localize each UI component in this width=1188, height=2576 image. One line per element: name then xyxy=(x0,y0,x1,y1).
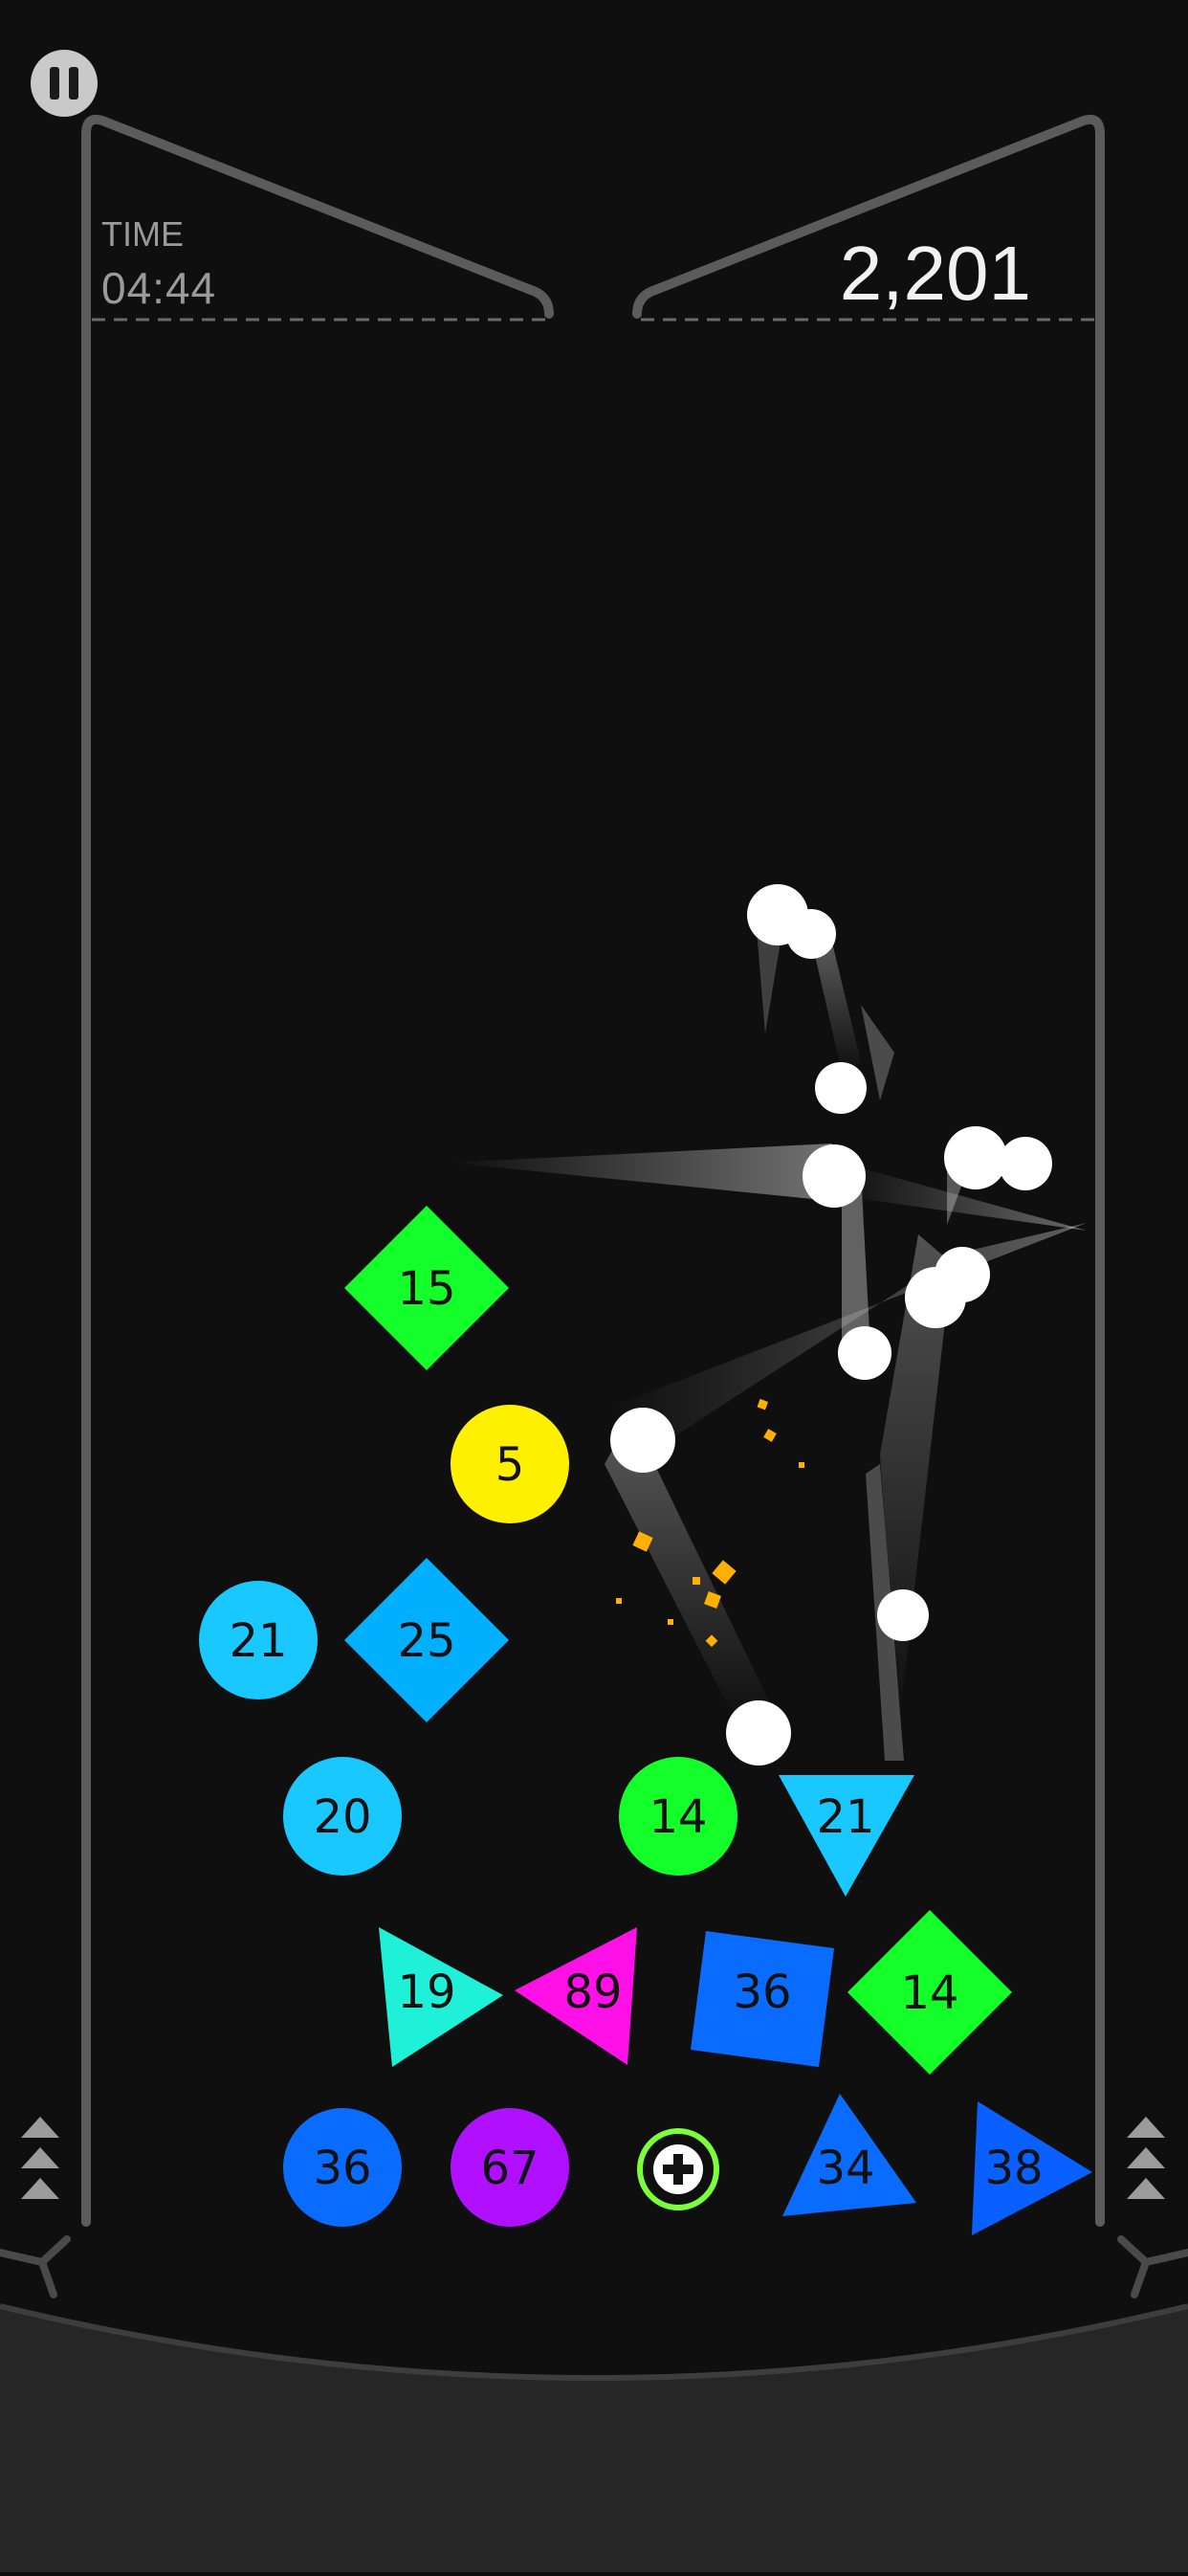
block-value: 36 xyxy=(733,1965,791,2019)
block-circle: 21 xyxy=(199,1581,318,1699)
block-square: 36 xyxy=(691,1931,834,2067)
pause-button[interactable] xyxy=(31,50,98,117)
ball xyxy=(815,1062,867,1114)
block-value: 14 xyxy=(649,1790,707,1844)
time-value: 04:44 xyxy=(101,263,217,313)
ball-trails xyxy=(450,919,1087,1761)
block-diamond: 15 xyxy=(344,1206,509,1370)
block-value: 89 xyxy=(563,1965,622,2019)
block-value: 5 xyxy=(495,1438,525,1492)
block-value: 14 xyxy=(900,1966,958,2020)
plus-ball-icon xyxy=(637,2128,719,2210)
block-value: 21 xyxy=(229,1614,287,1668)
block-value: 21 xyxy=(816,1790,874,1844)
block-value: 67 xyxy=(480,2142,539,2195)
ball xyxy=(905,1267,966,1328)
block-triangle-right: 38 xyxy=(972,2101,1092,2235)
block-triangle-left: 89 xyxy=(515,1927,637,2065)
block-circle: 36 xyxy=(283,2108,402,2227)
block-triangle-right: 19 xyxy=(379,1927,503,2067)
block-value: 36 xyxy=(313,2142,371,2195)
pause-icon xyxy=(50,67,59,100)
score-value: 2,201 xyxy=(839,231,1031,316)
block-circle: 20 xyxy=(283,1757,402,1876)
ball xyxy=(999,1137,1052,1190)
block-value: 34 xyxy=(816,2142,874,2195)
chevron-up-icon xyxy=(21,2117,59,2199)
playfield: 15 5 21 25 20 14 21 19 89 36 14 36 67 34… xyxy=(0,115,1188,2572)
corner-bumper-icon xyxy=(0,2235,1188,2298)
ball xyxy=(944,1126,1007,1189)
chevron-up-icon xyxy=(1127,2117,1165,2199)
block-diamond: 14 xyxy=(847,1910,1012,2075)
block-triangle-down: 21 xyxy=(779,1775,914,1897)
frame-left xyxy=(81,115,554,2227)
ball xyxy=(610,1408,675,1473)
block-triangle-up: 34 xyxy=(782,2094,916,2216)
ball xyxy=(726,1700,791,1765)
block-circle: 14 xyxy=(619,1757,737,1876)
pause-icon xyxy=(69,67,78,100)
ball xyxy=(803,1144,866,1208)
block-value: 25 xyxy=(397,1614,455,1668)
block-circle: 67 xyxy=(451,2108,569,2227)
floor xyxy=(0,2306,1188,2572)
ball xyxy=(786,909,836,959)
ball xyxy=(838,1326,891,1380)
block-value: 19 xyxy=(397,1965,455,2019)
block-circle: 5 xyxy=(451,1405,569,1523)
game-board[interactable]: 15 5 21 25 20 14 21 19 89 36 14 36 67 34… xyxy=(0,0,1188,2572)
ball xyxy=(877,1589,929,1641)
block-value: 20 xyxy=(313,1790,371,1844)
time-label: TIME xyxy=(101,214,184,254)
block-value: 38 xyxy=(984,2142,1043,2195)
block-value: 15 xyxy=(397,1262,455,1316)
block-diamond: 25 xyxy=(344,1558,509,1722)
